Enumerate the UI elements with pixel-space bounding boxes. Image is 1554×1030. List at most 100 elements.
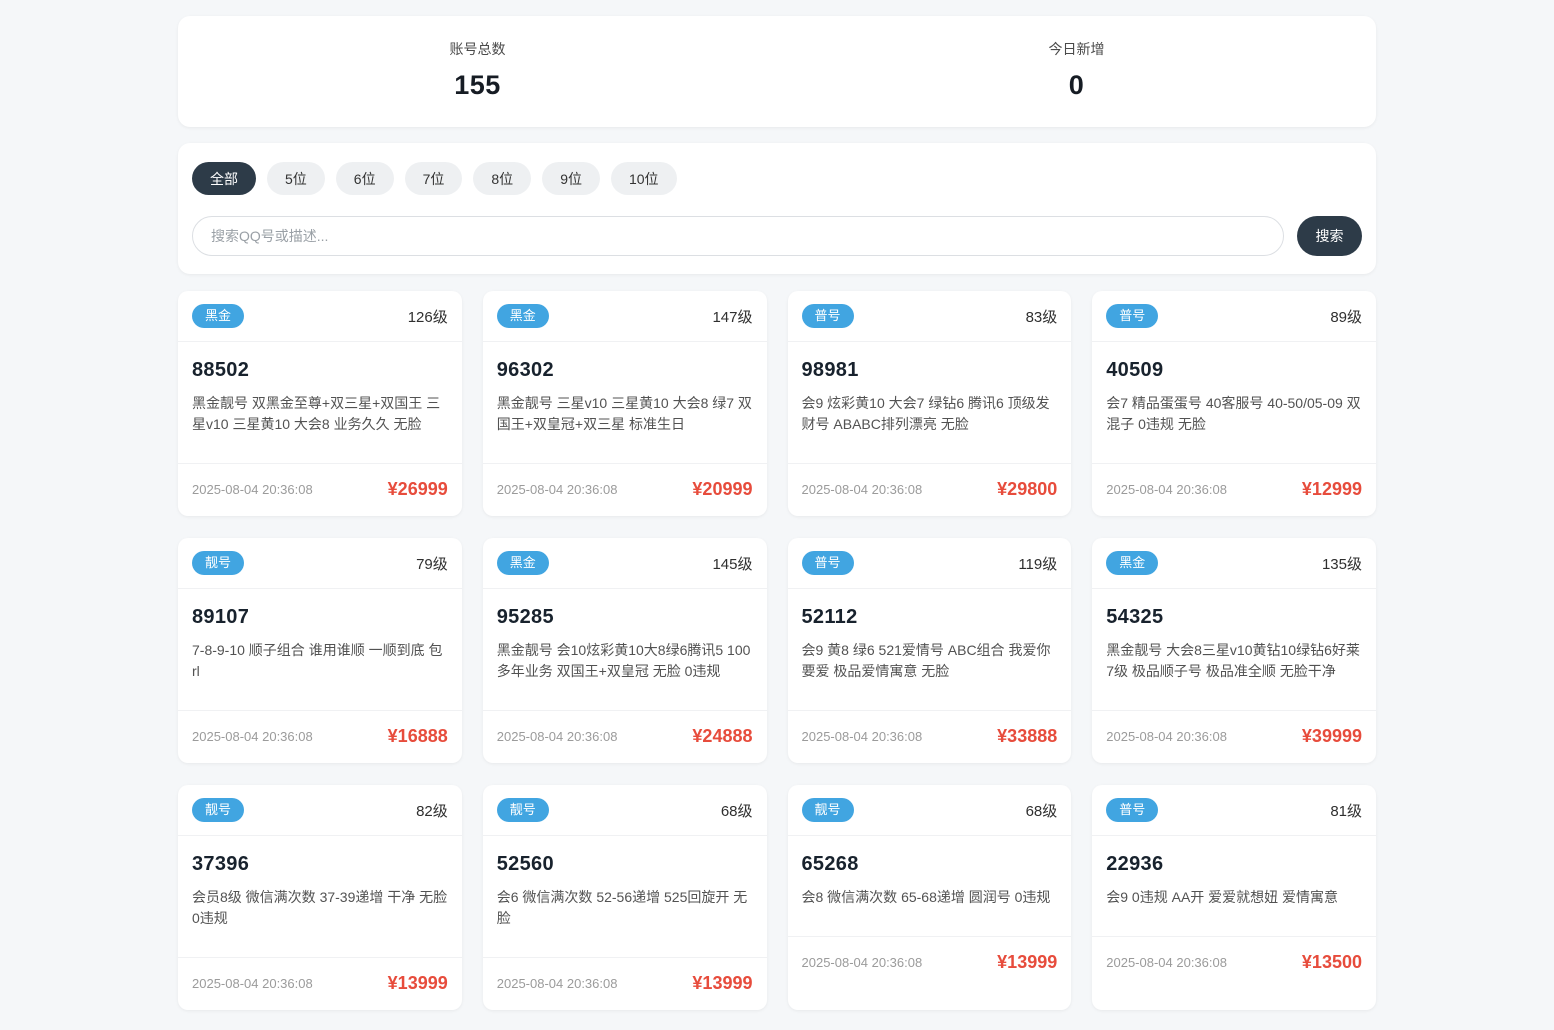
- account-card-footer: 2025-08-04 20:36:08 ¥20999: [482, 463, 767, 516]
- account-type-badge: 普号: [1106, 304, 1159, 328]
- listing-date: 2025-08-04 20:36:08: [192, 976, 313, 991]
- account-level: 81级: [1330, 802, 1362, 820]
- account-card-footer: 2025-08-04 20:36:08 ¥12999: [1092, 463, 1376, 516]
- account-card-header: 靓号 82级: [178, 785, 462, 836]
- listing-date: 2025-08-04 20:36:08: [1106, 955, 1227, 970]
- account-description: 会9 0违规 AA开 爱爱就想妞 爱情寓意: [1106, 889, 1339, 905]
- filter-card: 全部 5位 6位 7位 8位 9位 10位 搜索: [178, 143, 1376, 274]
- digit-filter-tab[interactable]: 8位: [473, 162, 532, 195]
- qq-number: 52560: [496, 853, 554, 875]
- account-level: 119级: [1018, 555, 1058, 573]
- account-card[interactable]: 黑金 145级 95285 黑金靓号 会10炫彩黄10大8绿6腾讯5 100多年…: [482, 538, 767, 763]
- account-level: 83级: [1025, 308, 1058, 326]
- account-card-header: 靓号 68级: [787, 785, 1072, 836]
- account-description: 黑金靓号 双黑金至尊+双三星+双国王 三星v10 三星黄10 大会8 业务久久 …: [192, 395, 441, 432]
- account-card-footer: 2025-08-04 20:36:08 ¥33888: [787, 710, 1072, 763]
- account-card[interactable]: 普号 81级 22936 会9 0违规 AA开 爱爱就想妞 爱情寓意 2025-…: [1092, 785, 1376, 1010]
- account-type-badge: 普号: [801, 551, 854, 575]
- digit-filter-tab[interactable]: 10位: [610, 162, 677, 195]
- account-card-footer: 2025-08-04 20:36:08 ¥39999: [1092, 710, 1376, 763]
- account-level: 89级: [1330, 308, 1362, 326]
- listing-date: 2025-08-04 20:36:08: [1106, 729, 1227, 744]
- account-price: ¥13999: [692, 973, 753, 993]
- account-price: ¥13500: [1301, 952, 1362, 972]
- account-card-header: 靓号 79级: [178, 538, 462, 589]
- account-price: ¥26999: [387, 479, 448, 499]
- account-description: 黑金靓号 大会8三星v10黄钻10绿钻6好莱7级 极品顺子号 极品准全顺 无脸干…: [1106, 642, 1360, 679]
- account-type-badge: 普号: [801, 304, 854, 328]
- listing-date: 2025-08-04 20:36:08: [801, 729, 923, 744]
- stats-card: 账号总数 155 今日新增 0: [178, 16, 1376, 127]
- digit-filter-tab[interactable]: 5位: [267, 162, 325, 195]
- qq-number: 54325: [1106, 606, 1164, 628]
- account-card-footer: 2025-08-04 20:36:08 ¥13999: [787, 936, 1072, 989]
- account-description: 会7 精品蛋蛋号 40客服号 40-50/05-09 双混子 0违规 无脸: [1106, 395, 1361, 432]
- account-card[interactable]: 普号 83级 98981 会9 炫彩黄10 大会7 绿钻6 腾讯6 顶级发财号 …: [787, 291, 1072, 516]
- account-level: 147级: [712, 308, 753, 326]
- qq-number: 37396: [192, 853, 250, 875]
- account-price: ¥24888: [692, 726, 753, 746]
- listing-date: 2025-08-04 20:36:08: [496, 729, 618, 744]
- account-card[interactable]: 黑金 126级 88502 黑金靓号 双黑金至尊+双三星+双国王 三星v10 三…: [178, 291, 462, 516]
- account-card-body: 40509 会7 精品蛋蛋号 40客服号 40-50/05-09 双混子 0违规…: [1092, 342, 1376, 463]
- account-card-header: 普号 83级: [787, 291, 1072, 342]
- account-price: ¥13999: [387, 973, 448, 993]
- qq-number: 96302: [496, 359, 554, 381]
- account-type-badge: 黑金: [496, 304, 549, 328]
- account-card[interactable]: 靓号 68级 65268 会8 微信满次数 65-68递增 圆润号 0违规 20…: [787, 785, 1072, 1010]
- stat-total-accounts: 账号总数 155: [178, 39, 777, 101]
- account-description: 会9 炫彩黄10 大会7 绿钻6 腾讯6 顶级发财号 ABABC排列漂亮 无脸: [801, 395, 1050, 432]
- stat-value: 0: [1068, 70, 1085, 100]
- listing-date: 2025-08-04 20:36:08: [801, 482, 923, 497]
- account-card-header: 普号 119级: [787, 538, 1072, 589]
- account-card-header: 靓号 68级: [482, 785, 767, 836]
- search-button[interactable]: 搜索: [1297, 216, 1362, 256]
- qq-number: 22936: [1106, 853, 1164, 875]
- account-card-footer: 2025-08-04 20:36:08 ¥29800: [787, 463, 1072, 516]
- account-card[interactable]: 黑金 135级 54325 黑金靓号 大会8三星v10黄钻10绿钻6好莱7级 极…: [1092, 538, 1376, 763]
- account-card-footer: 2025-08-04 20:36:08 ¥16888: [178, 710, 462, 763]
- qq-number: 65268: [801, 853, 859, 875]
- account-price: ¥33888: [997, 726, 1058, 746]
- account-card[interactable]: 靓号 82级 37396 会员8级 微信满次数 37-39递增 干净 无脸 0违…: [178, 785, 462, 1010]
- account-card-header: 黑金 126级: [178, 291, 462, 342]
- account-card-header: 普号 81级: [1092, 785, 1376, 836]
- account-card-header: 黑金 135级: [1092, 538, 1376, 589]
- qq-number: 98981: [801, 359, 859, 381]
- account-price: ¥16888: [387, 726, 448, 746]
- account-card[interactable]: 靓号 79级 89107 7-8-9-10 顺子组合 谁用谁顺 一顺到底 包rl…: [178, 538, 462, 763]
- account-type-badge: 靓号: [192, 798, 245, 822]
- account-type-badge: 靓号: [496, 798, 549, 822]
- account-card-body: 96302 黑金靓号 三星v10 三星黄10 大会8 绿7 双国王+双皇冠+双三…: [483, 342, 767, 463]
- account-type-badge: 黑金: [1106, 551, 1159, 575]
- account-card[interactable]: 普号 89级 40509 会7 精品蛋蛋号 40客服号 40-50/05-09 …: [1092, 291, 1376, 516]
- qq-number: 40509: [1106, 359, 1164, 381]
- qq-number: 89107: [192, 606, 250, 628]
- account-level: 126级: [407, 308, 448, 326]
- account-card[interactable]: 靓号 68级 52560 会6 微信满次数 52-56递增 525回旋开 无脸 …: [482, 785, 767, 1010]
- account-card-footer: 2025-08-04 20:36:08 ¥26999: [178, 463, 462, 516]
- stat-label: 今日新增: [1048, 41, 1105, 57]
- account-card-footer: 2025-08-04 20:36:08 ¥13500: [1092, 936, 1376, 989]
- account-card-body: 89107 7-8-9-10 顺子组合 谁用谁顺 一顺到底 包rl: [178, 589, 462, 710]
- digit-filter-tab[interactable]: 7位: [404, 162, 463, 195]
- account-type-badge: 靓号: [192, 551, 245, 575]
- digit-filter-tab[interactable]: 9位: [542, 162, 600, 195]
- listing-date: 2025-08-04 20:36:08: [496, 976, 618, 991]
- account-card[interactable]: 黑金 147级 96302 黑金靓号 三星v10 三星黄10 大会8 绿7 双国…: [482, 291, 767, 516]
- search-input[interactable]: [192, 216, 1284, 256]
- account-card-body: 37396 会员8级 微信满次数 37-39递增 干净 无脸 0违规: [178, 836, 462, 957]
- digit-filter-tab[interactable]: 6位: [335, 162, 394, 195]
- account-card[interactable]: 普号 119级 52112 会9 黄8 绿6 521爱情号 ABC组合 我爱你要…: [787, 538, 1072, 763]
- stat-value: 155: [454, 70, 501, 100]
- digit-filter-tab[interactable]: 全部: [192, 162, 256, 195]
- account-description: 会8 微信满次数 65-68递增 圆润号 0违规: [801, 889, 1051, 905]
- qq-number: 52112: [801, 606, 858, 628]
- account-card-footer: 2025-08-04 20:36:08 ¥24888: [482, 710, 767, 763]
- account-card-footer: 2025-08-04 20:36:08 ¥13999: [178, 957, 462, 1010]
- account-price: ¥29800: [997, 479, 1058, 499]
- account-card-body: 54325 黑金靓号 大会8三星v10黄钻10绿钻6好莱7级 极品顺子号 极品准…: [1092, 589, 1376, 710]
- account-card-body: 52112 会9 黄8 绿6 521爱情号 ABC组合 我爱你要爱 极品爱情寓意…: [788, 589, 1072, 710]
- account-card-header: 普号 89级: [1092, 291, 1376, 342]
- listing-date: 2025-08-04 20:36:08: [192, 729, 313, 744]
